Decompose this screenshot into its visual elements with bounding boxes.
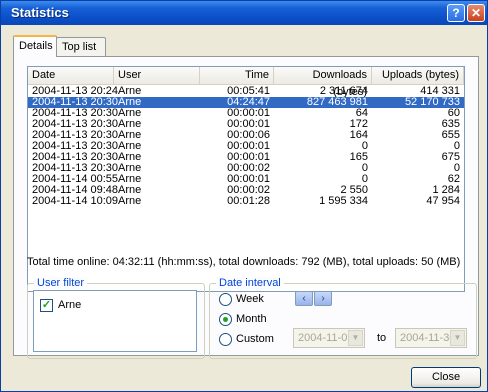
month-radio[interactable] xyxy=(219,313,232,326)
title-bar[interactable]: Statistics ? ✕ xyxy=(1,1,487,25)
cell-user: Arne xyxy=(118,195,142,207)
close-window-button[interactable]: ✕ xyxy=(467,4,485,22)
user-arne-checkbox[interactable]: ✓ xyxy=(40,299,53,312)
help-button[interactable]: ? xyxy=(447,4,465,22)
next-period-button[interactable]: › xyxy=(314,291,332,306)
column-header-user[interactable]: User xyxy=(114,67,200,85)
week-radio-label: Week xyxy=(236,293,264,305)
cell-uploads: 675 xyxy=(441,151,460,163)
cell-downloads: 164 xyxy=(349,129,368,141)
column-header-date[interactable]: Date xyxy=(28,67,114,85)
close-button[interactable]: Close xyxy=(411,367,481,388)
cell-uploads: 47 954 xyxy=(426,195,460,207)
to-date-value: 2004-11-30 xyxy=(400,332,456,344)
custom-radio-label: Custom xyxy=(236,333,274,345)
cell-date: 2004-11-14 10:09 xyxy=(32,195,119,207)
table-row[interactable]: 2004-11-14 10:09 Arne 00:01:28 1 595 334… xyxy=(28,196,464,207)
statistics-dialog: Statistics ? ✕ Details Top list Date Use… xyxy=(0,0,488,392)
chevron-down-icon[interactable]: ▼ xyxy=(450,330,465,346)
cell-time: 00:01:28 xyxy=(227,195,270,207)
totals-summary: Total time online: 04:32:11 (hh:mm:ss), … xyxy=(27,256,461,268)
custom-radio[interactable] xyxy=(219,333,232,346)
cell-downloads: 165 xyxy=(349,151,368,163)
to-label: to xyxy=(377,332,387,344)
tab-details[interactable]: Details xyxy=(13,35,57,57)
week-radio[interactable] xyxy=(219,293,232,306)
previous-period-button[interactable]: ‹ xyxy=(295,291,313,306)
user-filter-list[interactable]: ✓ Arne xyxy=(33,290,197,352)
from-date-select[interactable]: 2004-11-01 ▼ xyxy=(293,328,365,348)
tab-top-list[interactable]: Top list xyxy=(56,37,106,57)
column-header-time[interactable]: Time xyxy=(200,67,274,85)
to-date-select[interactable]: 2004-11-30 ▼ xyxy=(395,328,467,348)
list-header: Date User Time Downloads (bytes) Uploads… xyxy=(28,67,464,98)
from-date-value: 2004-11-01 xyxy=(298,332,354,344)
column-header-downloads[interactable]: Downloads (bytes) xyxy=(274,67,372,98)
window-title: Statistics xyxy=(11,5,69,20)
column-header-uploads[interactable]: Uploads (bytes) xyxy=(372,67,464,85)
cell-downloads: 0 xyxy=(361,162,368,174)
chevron-down-icon[interactable]: ▼ xyxy=(348,330,363,346)
month-radio-label: Month xyxy=(236,313,267,325)
user-arne-label: Arne xyxy=(58,299,82,311)
list-rows: 2004-11-13 20:24 Arne 00:05:41 2 311 674… xyxy=(28,86,464,207)
cell-uploads: 655 xyxy=(441,129,460,141)
cell-downloads: 1 595 334 xyxy=(319,195,368,207)
user-filter-legend: User filter xyxy=(34,277,88,289)
date-interval-legend: Date interval xyxy=(216,277,284,289)
